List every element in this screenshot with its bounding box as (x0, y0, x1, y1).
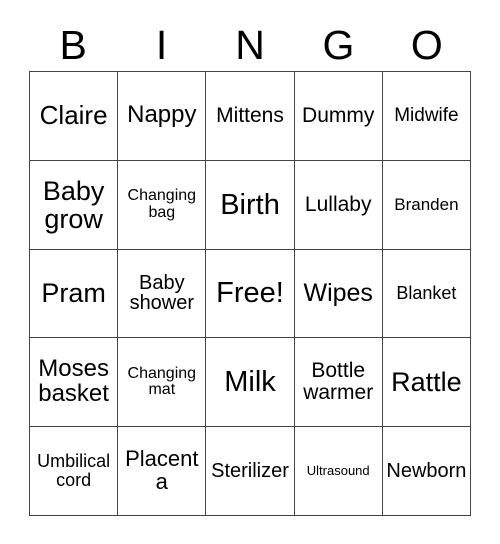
bingo-cell-label: Rattle (391, 367, 462, 398)
bingo-cell-label: Branden (394, 194, 459, 214)
bingo-cell-label: Changing mat (127, 364, 197, 399)
bingo-cell-label: Blanket (396, 283, 457, 304)
bingo-row: Claire Nappy Mittens Dummy Midwife (30, 72, 472, 161)
bingo-cell-label: Moses basket (38, 355, 109, 408)
bingo-cell-label: Umbilical cord (37, 451, 111, 491)
header-letter-o: O (410, 21, 443, 68)
bingo-cell-label: Wipes (303, 279, 373, 308)
bingo-cell-label: Nappy (127, 101, 197, 129)
bingo-cell[interactable]: Pram (30, 249, 119, 339)
bingo-cell[interactable]: Ultrasound (294, 427, 383, 516)
bingo-card: B I N G O Claire Nappy Mittens Dummy Mid… (0, 0, 500, 544)
header-letter-i: I (155, 21, 168, 68)
bingo-cell-label: Midwife (394, 105, 459, 127)
bingo-header-row: B I N G O (29, 20, 471, 70)
bingo-cell[interactable]: Changing bag (118, 160, 207, 250)
bingo-cell-label: Lullaby (304, 192, 372, 216)
bingo-cell[interactable]: Mittens (206, 72, 295, 161)
bingo-cell-label: Free! (216, 277, 284, 310)
bingo-cell-label: Pram (41, 278, 106, 309)
bingo-cell[interactable]: Claire (30, 72, 119, 161)
bingo-cell[interactable]: Dummy (294, 72, 383, 161)
bingo-cell-label: Claire (39, 100, 108, 131)
bingo-cell[interactable]: Blanket (382, 249, 472, 339)
bingo-cell[interactable]: Sterilizer (206, 427, 295, 516)
bingo-cell[interactable]: Changing mat (118, 338, 207, 428)
bingo-cell-label: Bottle warmer (303, 359, 374, 405)
bingo-cell-label: Dummy (302, 103, 375, 127)
bingo-cell-label: Baby grow (42, 175, 105, 234)
header-letter-b: B (59, 21, 87, 68)
bingo-cell[interactable]: Baby grow (30, 160, 119, 250)
bingo-cell-label: Baby shower (129, 271, 195, 315)
bingo-row: Moses basket Changing mat Milk Bottle wa… (30, 338, 472, 428)
bingo-cell-label: Newborn (386, 459, 467, 482)
bingo-cell[interactable]: Placenta (118, 427, 207, 516)
bingo-cell[interactable]: Wipes (294, 249, 383, 339)
bingo-cell-label: Milk (224, 366, 276, 399)
bingo-cell[interactable]: Baby shower (118, 249, 207, 339)
bingo-cell[interactable]: Newborn (382, 427, 472, 516)
bingo-row: Pram Baby shower Free! Wipes Blanket (30, 249, 472, 339)
bingo-cell[interactable]: Midwife (382, 72, 472, 161)
bingo-cell[interactable]: Birth (206, 160, 295, 250)
bingo-row: Umbilical cord Placenta Sterilizer Ultra… (30, 427, 472, 516)
bingo-cell-label: Sterilizer (211, 459, 289, 482)
bingo-grid: Claire Nappy Mittens Dummy Midwife Baby … (29, 71, 472, 516)
bingo-cell-label: Birth (220, 188, 280, 221)
bingo-cell[interactable]: Bottle warmer (294, 338, 383, 428)
bingo-cell-free-space[interactable]: Free! (206, 249, 295, 339)
bingo-row: Baby grow Changing bag Birth Lullaby Bra… (30, 160, 472, 250)
bingo-cell-label: Placenta (125, 446, 199, 495)
bingo-cell[interactable]: Milk (206, 338, 295, 428)
bingo-cell[interactable]: Nappy (118, 72, 207, 161)
bingo-cell[interactable]: Umbilical cord (30, 427, 119, 516)
bingo-cell[interactable]: Moses basket (30, 338, 119, 428)
bingo-cell[interactable]: Lullaby (294, 160, 383, 250)
bingo-cell[interactable]: Rattle (382, 338, 472, 428)
bingo-cell[interactable]: Branden (382, 160, 472, 250)
header-letter-g: G (322, 21, 355, 68)
header-letter-n: N (235, 21, 265, 68)
bingo-cell-label: Ultrasound (306, 463, 370, 479)
bingo-cell-label: Mittens (216, 103, 284, 127)
bingo-cell-label: Changing bag (127, 187, 197, 221)
